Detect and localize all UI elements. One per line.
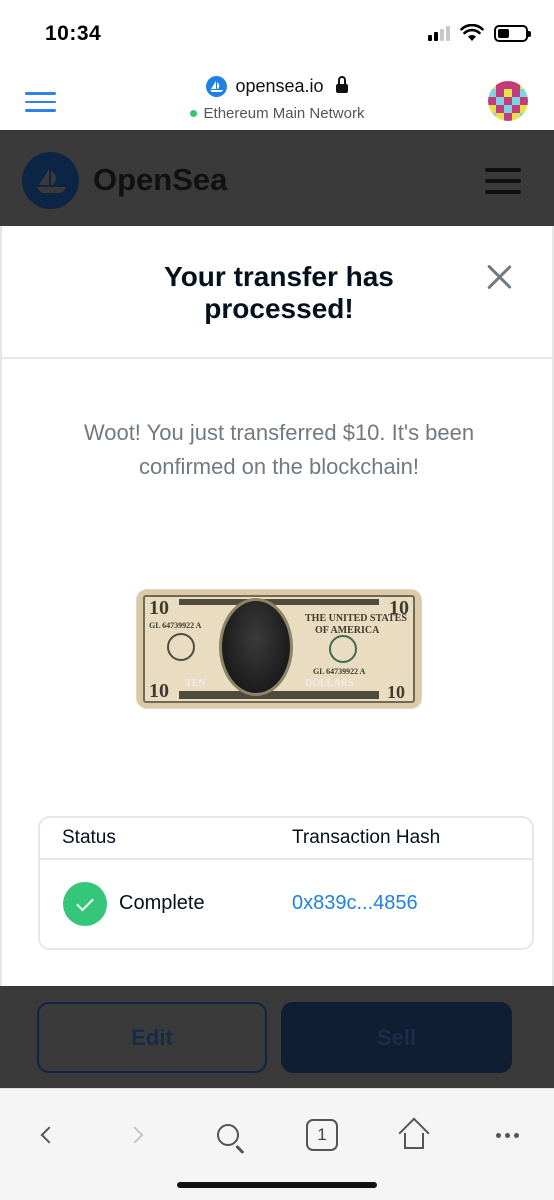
- url-text: opensea.io: [235, 76, 324, 96]
- sell-button[interactable]: Sell: [281, 1002, 512, 1073]
- check-icon: [63, 882, 107, 926]
- account-avatar[interactable]: [488, 81, 528, 121]
- network-status-dot: [189, 110, 197, 117]
- transfer-modal: Your transfer has processed! Woot! You j…: [0, 226, 554, 986]
- back-icon[interactable]: [26, 1115, 66, 1155]
- transaction-table: Status Transaction Hash Complete 0x839c.…: [38, 816, 534, 950]
- status-value: Complete: [119, 892, 205, 914]
- portrait: [219, 598, 293, 696]
- header-status: Status: [62, 827, 116, 848]
- transaction-hash-link[interactable]: 0x839c...4856: [292, 892, 418, 915]
- network-name: Ethereum Main Network: [203, 105, 365, 122]
- search-icon[interactable]: [208, 1115, 248, 1155]
- tab-count: 1: [306, 1119, 338, 1151]
- wallet-header: opensea.io Ethereum Main Network: [0, 70, 554, 130]
- status-icons: [428, 24, 531, 42]
- status-time: 10:34: [45, 22, 102, 45]
- opensea-favicon-icon: [206, 76, 228, 97]
- modal-title: Your transfer has processed!: [164, 261, 394, 324]
- more-icon[interactable]: [487, 1115, 527, 1155]
- url-bar[interactable]: opensea.io: [0, 76, 554, 97]
- wifi-icon: [460, 24, 484, 41]
- home-icon[interactable]: [394, 1115, 434, 1155]
- edit-button[interactable]: Edit: [37, 1002, 267, 1073]
- signal-icon: [428, 25, 450, 41]
- modal-header: Your transfer has processed!: [2, 226, 552, 359]
- modal-message: Woot! You just transferred $10. It's bee…: [83, 420, 475, 479]
- header-hash: Transaction Hash: [292, 827, 441, 848]
- table-header: Status Transaction Hash: [40, 818, 532, 860]
- tabs-icon[interactable]: 1: [302, 1115, 342, 1155]
- forward-icon[interactable]: [118, 1115, 158, 1155]
- site-brand[interactable]: OpenSea: [93, 162, 227, 198]
- ten-dollar-nft-image: 10 10 10 10 GL 64739922 A THE UNITED STA…: [137, 590, 421, 708]
- network-indicator[interactable]: Ethereum Main Network: [0, 105, 554, 122]
- site-menu-icon[interactable]: [485, 168, 521, 201]
- home-indicator: [177, 1182, 377, 1188]
- status-bar: 10:34: [0, 0, 554, 70]
- lock-icon: [335, 76, 348, 93]
- opensea-logo-icon[interactable]: [22, 152, 79, 209]
- close-icon[interactable]: [486, 264, 512, 290]
- battery-icon: [494, 24, 531, 42]
